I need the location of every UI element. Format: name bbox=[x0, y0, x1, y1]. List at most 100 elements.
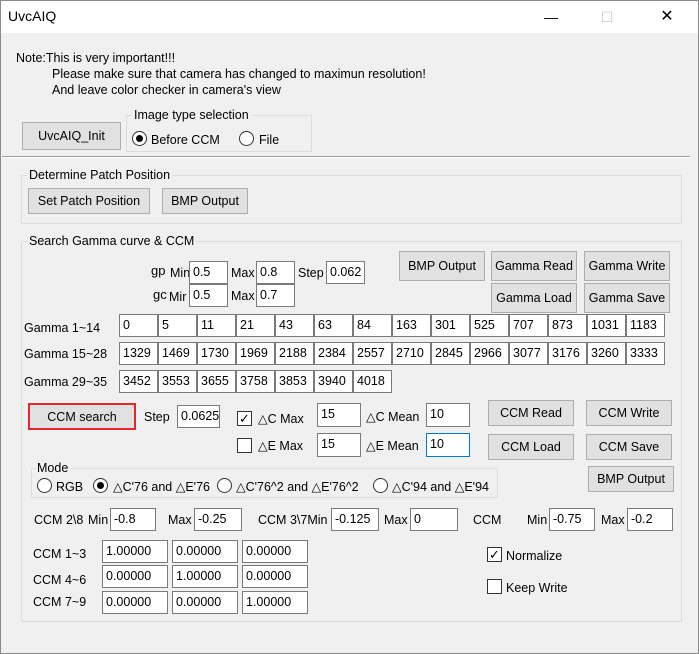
gamma-cell[interactable]: 21 bbox=[236, 314, 275, 337]
note-line-2: Please make sure that camera has changed… bbox=[52, 67, 426, 81]
gp-min-input[interactable]: 0.5 bbox=[189, 261, 228, 284]
gamma-ccm-title: Search Gamma curve & CCM bbox=[27, 233, 197, 249]
gamma-cell[interactable]: 3655 bbox=[197, 370, 236, 393]
gamma-row3-label: Gamma 29~35 bbox=[24, 375, 108, 389]
ccm-min-label: Min bbox=[527, 513, 548, 527]
gamma-cell[interactable]: 2188 bbox=[275, 342, 314, 365]
ccm-r79-c1[interactable]: 0.00000 bbox=[102, 591, 168, 614]
maximize-button[interactable]: ☐ bbox=[584, 1, 630, 33]
mode-76sq-radio[interactable] bbox=[217, 478, 232, 493]
ccm-r13-c2[interactable]: 0.00000 bbox=[172, 540, 238, 563]
gamma-cell[interactable]: 1183 bbox=[626, 314, 665, 337]
gamma-cell[interactable]: 3452 bbox=[119, 370, 158, 393]
before-ccm-radio[interactable] bbox=[132, 131, 147, 146]
normalize-checkbox[interactable]: ✓ bbox=[487, 547, 502, 562]
c-max-checkbox[interactable]: ✓ bbox=[237, 411, 252, 426]
gamma-cell[interactable]: 1031 bbox=[587, 314, 626, 337]
gamma-read-button[interactable]: Gamma Read bbox=[491, 251, 577, 281]
ccm-r79-c2[interactable]: 0.00000 bbox=[172, 591, 238, 614]
gamma-row2-label: Gamma 15~28 bbox=[24, 347, 108, 361]
gamma-cell[interactable]: 1730 bbox=[197, 342, 236, 365]
gamma-bmp-output-button[interactable]: BMP Output bbox=[399, 251, 485, 281]
ccm-search-button[interactable]: CCM search bbox=[28, 403, 136, 430]
gc-max-input[interactable]: 0.7 bbox=[256, 284, 295, 307]
mode-rgb-radio[interactable] bbox=[37, 478, 52, 493]
ccm-r46-c1[interactable]: 0.00000 bbox=[102, 565, 168, 588]
gamma-cell[interactable]: 1469 bbox=[158, 342, 197, 365]
gamma-cell[interactable]: 5 bbox=[158, 314, 197, 337]
gamma-cell[interactable]: 301 bbox=[431, 314, 470, 337]
ccm-r46-c2[interactable]: 1.00000 bbox=[172, 565, 238, 588]
ccm28-min-input[interactable]: -0.8 bbox=[110, 508, 156, 531]
gamma-cell[interactable]: 163 bbox=[392, 314, 431, 337]
gp-min-label: Min bbox=[170, 266, 191, 280]
gamma-cell[interactable]: 0 bbox=[119, 314, 158, 337]
gamma-cell[interactable]: 43 bbox=[275, 314, 314, 337]
ccm-load-button[interactable]: CCM Load bbox=[488, 434, 574, 460]
ccm37-min-input[interactable]: -0.125 bbox=[331, 508, 379, 531]
patch-bmp-output-button[interactable]: BMP Output bbox=[162, 188, 248, 214]
gamma-cell[interactable]: 525 bbox=[470, 314, 509, 337]
uvcaiq-init-button[interactable]: UvcAIQ_Init bbox=[22, 122, 121, 150]
gamma-save-button[interactable]: Gamma Save bbox=[584, 283, 670, 313]
ccm-r13-c3[interactable]: 0.00000 bbox=[242, 540, 308, 563]
ccm-max-label: Max bbox=[601, 513, 625, 527]
gamma-cell[interactable]: 3853 bbox=[275, 370, 314, 393]
gamma-cell[interactable]: 3940 bbox=[314, 370, 353, 393]
ccm-write-button[interactable]: CCM Write bbox=[586, 400, 672, 426]
file-radio[interactable] bbox=[239, 131, 254, 146]
note-line-1: Note:This is very important!!! bbox=[16, 51, 176, 65]
ccm37-max-input[interactable]: 0 bbox=[410, 508, 458, 531]
ccm28-max-input[interactable]: -0.25 bbox=[194, 508, 242, 531]
c-max-input[interactable]: 15 bbox=[317, 403, 361, 427]
gp-max-label: Max bbox=[231, 266, 255, 280]
gc-max-label: Max bbox=[231, 289, 255, 303]
e-max-checkbox[interactable] bbox=[237, 438, 252, 453]
gamma-cell[interactable]: 1329 bbox=[119, 342, 158, 365]
ccm-max-input[interactable]: -0.2 bbox=[627, 508, 673, 531]
gamma-cell[interactable]: 2710 bbox=[392, 342, 431, 365]
gamma-write-button[interactable]: Gamma Write bbox=[584, 251, 670, 281]
gp-max-input[interactable]: 0.8 bbox=[256, 261, 295, 284]
gamma-cell[interactable]: 2845 bbox=[431, 342, 470, 365]
close-button[interactable]: ✕ bbox=[644, 1, 690, 33]
ccm37-label: CCM 3\7Min bbox=[258, 513, 328, 527]
gamma-cell[interactable]: 707 bbox=[509, 314, 548, 337]
ccm-label: CCM bbox=[473, 513, 502, 527]
gamma-cell[interactable]: 2557 bbox=[353, 342, 392, 365]
keep-write-checkbox[interactable] bbox=[487, 579, 502, 594]
gamma-cell[interactable]: 2966 bbox=[470, 342, 509, 365]
gamma-cell[interactable]: 84 bbox=[353, 314, 392, 337]
ccm-min-input[interactable]: -0.75 bbox=[549, 508, 595, 531]
gamma-cell[interactable]: 3333 bbox=[626, 342, 665, 365]
gamma-cell[interactable]: 4018 bbox=[353, 370, 392, 393]
gamma-cell[interactable]: 2384 bbox=[314, 342, 353, 365]
ccm-r13-c1[interactable]: 1.00000 bbox=[102, 540, 168, 563]
gamma-cell[interactable]: 63 bbox=[314, 314, 353, 337]
gamma-cell[interactable]: 3077 bbox=[509, 342, 548, 365]
gamma-cell[interactable]: 11 bbox=[197, 314, 236, 337]
c-mean-input[interactable]: 10 bbox=[426, 403, 470, 427]
ccm-r79-c3[interactable]: 1.00000 bbox=[242, 591, 308, 614]
ccm-step-input[interactable]: 0.0625 bbox=[177, 405, 220, 428]
gamma-cell[interactable]: 3553 bbox=[158, 370, 197, 393]
e-mean-input[interactable]: 10 bbox=[426, 433, 470, 457]
mode-76-radio[interactable] bbox=[93, 478, 108, 493]
mode-94-radio[interactable] bbox=[373, 478, 388, 493]
ccm-read-button[interactable]: CCM Read bbox=[488, 400, 574, 426]
ccm-r46-c3[interactable]: 0.00000 bbox=[242, 565, 308, 588]
gamma-step-input[interactable]: 0.062 bbox=[326, 261, 365, 284]
gamma-load-button[interactable]: Gamma Load bbox=[491, 283, 577, 313]
gamma-cell[interactable]: 3260 bbox=[587, 342, 626, 365]
ccm-bmp-output-button[interactable]: BMP Output bbox=[588, 466, 674, 492]
set-patch-position-button[interactable]: Set Patch Position bbox=[28, 188, 150, 214]
ccm-save-button[interactable]: CCM Save bbox=[586, 434, 672, 460]
gamma-cell[interactable]: 3758 bbox=[236, 370, 275, 393]
gamma-cell[interactable]: 3176 bbox=[548, 342, 587, 365]
gc-min-input[interactable]: 0.5 bbox=[189, 284, 228, 307]
e-max-input[interactable]: 15 bbox=[317, 433, 361, 457]
gamma-cell[interactable]: 873 bbox=[548, 314, 587, 337]
minimize-button[interactable]: — bbox=[528, 1, 574, 33]
gamma-cell[interactable]: 1969 bbox=[236, 342, 275, 365]
image-type-title: Image type selection bbox=[132, 107, 251, 123]
